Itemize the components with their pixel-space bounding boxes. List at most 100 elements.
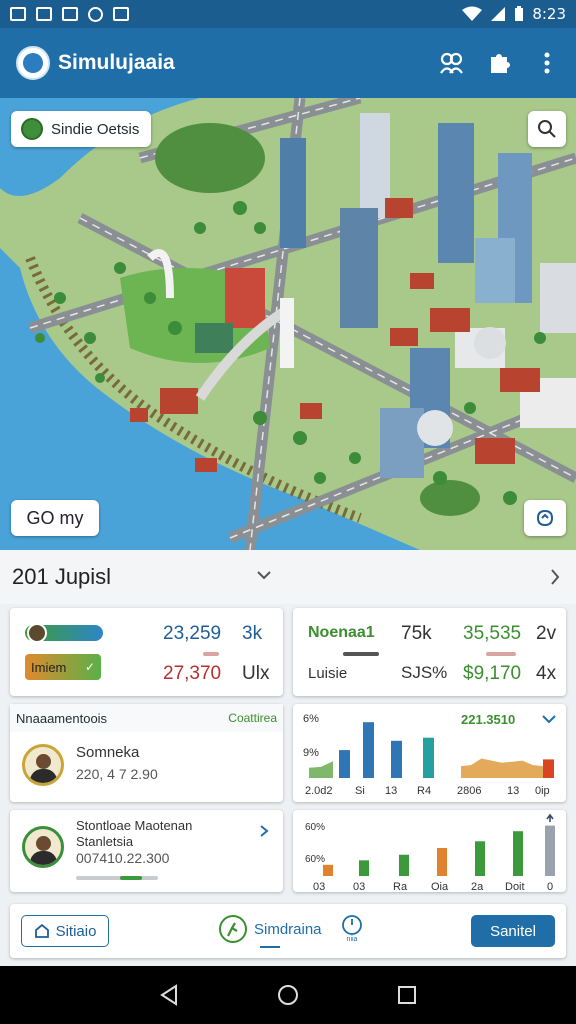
map-zoom-control[interactable]: GO my (11, 500, 99, 536)
growth-chart: 60% 60% 03 03 Ra Oia 2a Doit 0 (305, 813, 555, 892)
bar (339, 750, 350, 778)
stat-right-unit-2: 4x (536, 663, 557, 684)
x-tick-label: 2a (471, 881, 484, 892)
value-label: 221.3510 (461, 712, 515, 727)
chevron-down-icon (542, 715, 556, 724)
timer-action[interactable]: niia (340, 914, 364, 946)
home-nav-icon[interactable] (277, 984, 299, 1006)
more-vert-icon[interactable] (534, 50, 560, 76)
chevron-right-icon[interactable] (259, 824, 269, 838)
wifi-icon (462, 6, 483, 21)
x-tick-label: 03 (353, 881, 365, 892)
search-icon (538, 120, 556, 138)
arrow-up-icon (546, 813, 554, 822)
chevron-right-icon[interactable] (548, 568, 562, 586)
signal-icon (491, 7, 506, 21)
x-tick-label: 0 (547, 881, 553, 892)
x-tick-label: 13 (507, 785, 519, 797)
photo-notification-icon (36, 7, 52, 21)
status-button[interactable]: Sitiaio (21, 915, 109, 947)
back-icon[interactable] (159, 984, 179, 1006)
list-item-name-line2: Stanletsia (76, 834, 134, 849)
y-tick-label: 60% (305, 822, 325, 833)
list-item[interactable]: Stontloae Maotenan Stanletsia 007410.22.… (10, 810, 283, 892)
image-notification-icon (10, 7, 26, 21)
area-series-right (461, 758, 553, 778)
growth-chart-card: 60% 60% 03 03 Ra Oia 2a Doit 0 (293, 810, 566, 892)
area-series-left (309, 761, 333, 778)
trend-chart-card: 6% 9% 221.3510 2.0d2 Si 13 R4 2806 13 0ip (293, 704, 566, 802)
stat-unit-2: Ulx (242, 663, 270, 684)
timer-icon (342, 915, 362, 935)
x-tick-label: 03 (313, 881, 325, 892)
resource-icon (27, 623, 47, 643)
list-item-detail: 007410.22.300 (76, 850, 170, 866)
bar (391, 740, 402, 778)
stat-sublabel: Luisie (308, 665, 348, 682)
sync-notification-icon (88, 6, 103, 22)
stat-right-value-2: SJS% (401, 663, 448, 682)
bar (513, 831, 523, 876)
system-nav-bar (0, 966, 576, 1024)
puzzle-icon[interactable] (486, 50, 512, 76)
x-tick-label: Oia (431, 881, 449, 892)
stat-right-value-1b: 35,535 (463, 623, 522, 644)
battery-icon (515, 6, 524, 21)
map-search-button[interactable] (528, 111, 566, 147)
x-tick-label: Si (355, 785, 365, 797)
map-layers-button[interactable] (524, 500, 566, 536)
timer-action-label: niia (346, 936, 358, 943)
location-chip[interactable]: Sindie Oetsis (11, 111, 152, 147)
stat-right-value-2b: $9,170 (463, 663, 522, 684)
bar (437, 848, 447, 876)
stat-unit-1: 3k (242, 623, 263, 644)
bar (323, 864, 333, 876)
section-header: 201 Jupisl (0, 550, 576, 604)
x-tick-label: R4 (417, 785, 431, 797)
avatar (22, 744, 64, 786)
list-item-name: Somneka (76, 744, 140, 761)
x-tick-label: 2806 (457, 785, 481, 797)
check-icon: ✓ (84, 660, 95, 674)
people-list-header: Nnaaamentoois Coattirea (10, 704, 283, 732)
simulate-action[interactable]: Simdraina (218, 914, 322, 948)
runner-icon (219, 915, 247, 943)
calendar-notification-icon (113, 7, 129, 21)
list-item[interactable]: Somneka 220, 4 7 2.90 (10, 732, 283, 802)
stat-value-1: 23,259 (163, 623, 222, 644)
status-bar: 8:23 (0, 0, 576, 28)
x-tick-label: 2.0d2 (305, 785, 333, 797)
stat-value-2: 27,370 (163, 663, 222, 684)
layers-icon (536, 509, 554, 527)
category-select[interactable]: Imiem ✓ (25, 654, 101, 680)
city-map[interactable]: Sindie Oetsis GO my (0, 98, 576, 550)
bar (545, 825, 555, 876)
send-button[interactable]: Sanitel (471, 915, 555, 947)
location-avatar (21, 118, 43, 140)
friends-icon[interactable] (438, 50, 464, 76)
recents-icon[interactable] (397, 985, 417, 1005)
x-tick-label: 0ip (535, 785, 550, 797)
people-list-title: Nnaaamentoois (16, 710, 108, 726)
bar (399, 854, 409, 876)
clock: 8:23 (532, 5, 566, 23)
bar (363, 722, 374, 778)
home-icon (34, 923, 49, 938)
app-title: Simulujaaia (58, 51, 175, 74)
y-tick-label: 6% (303, 713, 319, 725)
stats-card-left: Imiem ✓ 23,259 3k 27,370 Ulx (10, 608, 283, 696)
stat-right-value-1: 75k (401, 623, 432, 644)
gallery-notification-icon (62, 7, 78, 21)
stat-right-unit-1: 2v (536, 623, 557, 644)
avatar (22, 826, 64, 868)
bar (475, 841, 485, 876)
people-list-action[interactable]: Coattirea (228, 711, 277, 725)
category-select-label: Imiem (31, 659, 67, 675)
profile-avatar[interactable] (16, 46, 50, 80)
chevron-down-icon[interactable] (256, 568, 272, 582)
bar (423, 737, 434, 778)
list-item-name: Stontloae Maotenan (76, 818, 193, 833)
bar (359, 860, 369, 876)
y-tick-label: 60% (305, 854, 325, 865)
map-zoom-label: GO my (26, 507, 84, 528)
